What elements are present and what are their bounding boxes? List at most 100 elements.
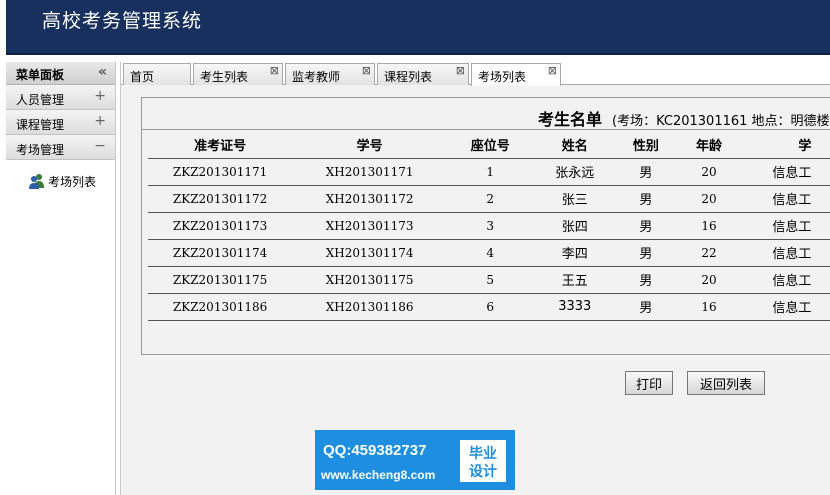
table-cell: 男 xyxy=(616,212,676,240)
collapse-sidebar-icon[interactable]: « xyxy=(98,64,107,80)
roster-title-bar: 考生名单 (考场：KC201301161 地点：明德楼 xyxy=(142,104,830,130)
column-header: 姓名 xyxy=(533,132,617,159)
table-cell: 5 xyxy=(447,266,534,294)
table-cell: 16 xyxy=(675,293,743,321)
sidebar-subitem-label: 考场列表 xyxy=(48,174,97,189)
table-row: ZKZ201301174 XH201301174 4 李四 男 22 信息工 xyxy=(148,239,830,267)
table-header-row: 准考证号 学号 座位号 姓名 性别 年龄 学 xyxy=(148,132,830,159)
sidebar-item-label: 课程管理 xyxy=(16,118,65,132)
table-cell: XH201301172 xyxy=(292,185,448,213)
table-cell: XH201301173 xyxy=(292,212,448,240)
table-cell: 20 xyxy=(675,266,743,294)
column-header: 学号 xyxy=(292,132,448,159)
table-cell: 信息工 xyxy=(742,158,830,186)
back-to-list-button[interactable]: 返回列表 xyxy=(687,371,765,395)
table-row: ZKZ201301172 XH201301172 2 张三 男 20 信息工 xyxy=(148,185,830,213)
roster-title: 考生名单 xyxy=(538,110,603,129)
close-tab-icon[interactable]: ⊠ xyxy=(456,64,465,77)
table-cell: 20 xyxy=(675,158,743,186)
close-tab-icon[interactable]: ⊠ xyxy=(362,64,371,77)
tab-label: 考生列表 xyxy=(200,70,249,84)
table-cell: 信息工 xyxy=(742,185,830,213)
table-cell: ZKZ201301173 xyxy=(148,212,293,240)
sidebar-subitem-exam-room-list[interactable]: 考场列表 xyxy=(28,170,96,192)
table-cell: 2 xyxy=(447,185,534,213)
tab-home[interactable]: 首页 xyxy=(123,63,191,85)
sidebar-header: 菜单面板 « xyxy=(6,62,115,85)
table-cell: 王五 xyxy=(533,266,617,294)
table-row: ZKZ201301173 XH201301173 3 张四 男 16 信息工 xyxy=(148,212,830,240)
table-cell: 张四 xyxy=(533,212,617,240)
roster-subtitle: (考场：KC201301161 地点：明德楼 xyxy=(612,114,830,129)
tab-label: 首页 xyxy=(130,70,155,84)
table-row: ZKZ201301186 XH201301186 6 3333 男 16 信息工 xyxy=(148,293,830,321)
collapse-icon[interactable]: − xyxy=(94,138,106,154)
sidebar-item-courses[interactable]: 课程管理 + xyxy=(6,110,115,135)
table-cell: 信息工 xyxy=(742,293,830,321)
sidebar: 菜单面板 « 人员管理 + 课程管理 + 考场管理 − 考场列表 xyxy=(6,62,116,495)
sidebar-item-label: 考场管理 xyxy=(16,143,65,157)
column-header: 学 xyxy=(742,132,830,159)
table-cell: ZKZ201301186 xyxy=(148,293,293,321)
table-row: ZKZ201301171 XH201301171 1 张永远 男 20 信息工 xyxy=(148,158,830,186)
watermark-qq: QQ:459382737 xyxy=(323,442,427,459)
table-cell: 22 xyxy=(675,239,743,267)
table-cell: ZKZ201301175 xyxy=(148,266,293,294)
sidebar-item-exam-rooms[interactable]: 考场管理 − xyxy=(6,135,115,160)
close-tab-icon[interactable]: ⊠ xyxy=(548,64,557,77)
watermark-site: www.kecheng8.com xyxy=(321,468,436,482)
tab-proctors[interactable]: 监考教师 ⊠ xyxy=(285,63,375,85)
column-header: 性别 xyxy=(616,132,676,159)
tab-label: 考场列表 xyxy=(478,70,527,84)
table-cell: 男 xyxy=(616,239,676,267)
table-cell: XH201301171 xyxy=(292,158,448,186)
app-title: 高校考务管理系统 xyxy=(42,10,203,32)
column-header: 年龄 xyxy=(675,132,743,159)
table-cell: XH201301174 xyxy=(292,239,448,267)
print-button[interactable]: 打印 xyxy=(625,371,673,395)
tab-student-list[interactable]: 考生列表 ⊠ xyxy=(193,63,283,85)
table-cell: ZKZ201301171 xyxy=(148,158,293,186)
tab-exam-room-list[interactable]: 考场列表 ⊠ xyxy=(471,63,561,86)
header-bar: 高校考务管理系统 xyxy=(6,0,830,55)
users-icon xyxy=(28,172,46,190)
sidebar-item-label: 人员管理 xyxy=(16,93,65,107)
table-cell: 男 xyxy=(616,293,676,321)
table-cell: 1 xyxy=(447,158,534,186)
close-tab-icon[interactable]: ⊠ xyxy=(270,64,279,77)
column-header: 准考证号 xyxy=(148,132,293,159)
table-cell: 男 xyxy=(616,185,676,213)
tab-bar: 首页 考生列表 ⊠ 监考教师 ⊠ 课程列表 ⊠ 考场列表 ⊠ xyxy=(121,62,830,86)
table-cell: 3 xyxy=(447,212,534,240)
table-cell: 信息工 xyxy=(742,212,830,240)
table-cell: 信息工 xyxy=(742,239,830,267)
table-cell: 张三 xyxy=(533,185,617,213)
expand-icon[interactable]: + xyxy=(94,88,106,104)
table-cell: 6 xyxy=(447,293,534,321)
sidebar-title: 菜单面板 xyxy=(16,68,65,82)
sidebar-submenu: 考场列表 xyxy=(6,160,115,202)
table-row: ZKZ201301175 XH201301175 5 王五 男 20 信息工 xyxy=(148,266,830,294)
tab-label: 监考教师 xyxy=(292,70,341,84)
table-cell: 男 xyxy=(616,266,676,294)
table-cell: ZKZ201301172 xyxy=(148,185,293,213)
table-cell: 16 xyxy=(675,212,743,240)
expand-icon[interactable]: + xyxy=(94,113,106,129)
sidebar-item-personnel[interactable]: 人员管理 + xyxy=(6,85,115,110)
tab-course-list[interactable]: 课程列表 ⊠ xyxy=(377,63,469,85)
tab-label: 课程列表 xyxy=(384,70,433,84)
table-cell: XH201301175 xyxy=(292,266,448,294)
table-cell: 张永远 xyxy=(533,158,617,186)
watermark-badge-line1: 毕业 xyxy=(469,446,497,462)
app-header: 高校考务管理系统 xyxy=(0,0,830,58)
watermark-badge-line2: 设计 xyxy=(469,464,497,480)
watermark-badge: 毕业 设计 xyxy=(460,440,506,482)
table-cell: 李四 xyxy=(533,239,617,267)
table-cell: 20 xyxy=(675,185,743,213)
roster-panel: 考生名单 (考场：KC201301161 地点：明德楼 准考证号 学号 座位号 … xyxy=(141,97,830,355)
watermark-banner: QQ:459382737 www.kecheng8.com 毕业 设计 xyxy=(315,430,515,490)
student-table: 准考证号 学号 座位号 姓名 性别 年龄 学 ZKZ201301171 XH20… xyxy=(148,132,830,321)
column-header: 座位号 xyxy=(447,132,534,159)
table-cell: XH201301186 xyxy=(292,293,448,321)
table-cell: 信息工 xyxy=(742,266,830,294)
